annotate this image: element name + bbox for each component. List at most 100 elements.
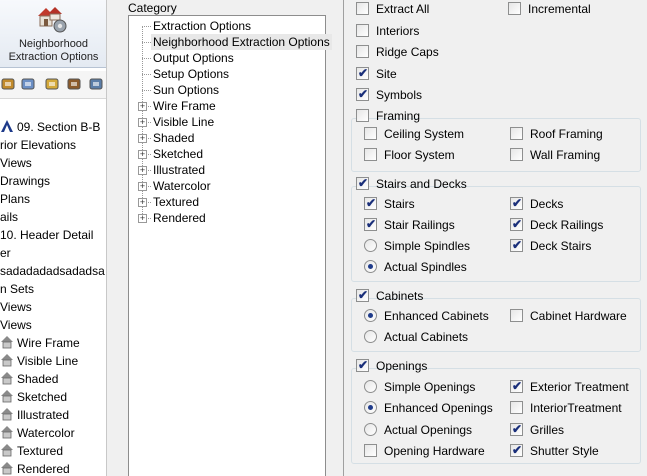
checkbox[interactable] bbox=[364, 148, 377, 161]
project-item[interactable]: Rendered bbox=[0, 460, 70, 476]
checkbox[interactable] bbox=[356, 109, 369, 122]
house-icon bbox=[1, 408, 13, 421]
category-item[interactable]: Rendered bbox=[153, 210, 206, 226]
project-item[interactable]: Wire Frame bbox=[0, 334, 80, 352]
category-item[interactable]: Neighborhood Extraction Options bbox=[151, 34, 332, 50]
checkbox[interactable] bbox=[364, 444, 377, 457]
category-item[interactable]: Shaded bbox=[153, 130, 194, 146]
project-item[interactable]: sadadadadsadadsa bbox=[0, 262, 105, 280]
checkbox[interactable]: ✔ bbox=[364, 217, 377, 231]
checkbox[interactable] bbox=[356, 2, 369, 15]
house-icon bbox=[1, 390, 13, 403]
category-item[interactable]: Output Options bbox=[153, 50, 234, 66]
tool-icon-3[interactable] bbox=[44, 76, 60, 92]
project-item[interactable]: er bbox=[0, 244, 11, 262]
project-item[interactable]: Views bbox=[0, 298, 32, 316]
project-item[interactable]: Drawings bbox=[0, 172, 50, 190]
expand-toggle-icon[interactable]: + bbox=[138, 134, 147, 143]
radio-button[interactable] bbox=[364, 423, 377, 436]
radio-button[interactable] bbox=[364, 380, 377, 393]
project-item[interactable]: Textured bbox=[0, 442, 63, 460]
checkbox[interactable]: ✔ bbox=[510, 238, 523, 252]
house-icon bbox=[1, 426, 13, 439]
project-item-label: rior Elevations bbox=[0, 138, 77, 152]
option-label: Enhanced Cabinets bbox=[384, 309, 489, 323]
project-item[interactable]: Views bbox=[0, 316, 32, 334]
category-item[interactable]: Sketched bbox=[153, 146, 203, 162]
left-panel: Neighborhood Extraction Options 09. Sect… bbox=[0, 0, 107, 476]
category-item[interactable]: Setup Options bbox=[153, 66, 229, 82]
checkmark-icon: ✔ bbox=[358, 176, 369, 190]
houses-gear-icon bbox=[38, 7, 67, 33]
category-item[interactable]: Extraction Options bbox=[153, 18, 251, 34]
project-item[interactable]: Illustrated bbox=[0, 406, 69, 424]
checkbox[interactable]: ✔ bbox=[510, 379, 523, 393]
project-item[interactable]: 09. Section B-B bbox=[0, 118, 100, 136]
checkbox[interactable]: ✔ bbox=[510, 443, 523, 457]
checkbox[interactable] bbox=[510, 401, 523, 414]
project-item[interactable]: Visible Line bbox=[0, 352, 78, 370]
project-item-label: Sketched bbox=[17, 390, 68, 404]
project-item-label: Drawings bbox=[0, 174, 51, 188]
option-label: Openings bbox=[376, 359, 428, 373]
category-item[interactable]: Sun Options bbox=[153, 82, 219, 98]
project-item[interactable]: n Sets bbox=[0, 280, 34, 298]
expand-toggle-icon[interactable]: + bbox=[138, 150, 147, 159]
expand-toggle-icon[interactable]: + bbox=[138, 102, 147, 111]
checkbox[interactable]: ✔ bbox=[356, 87, 369, 101]
checkbox[interactable] bbox=[510, 309, 523, 322]
checkbox[interactable] bbox=[510, 148, 523, 161]
checkbox[interactable]: ✔ bbox=[510, 196, 523, 210]
house-icon bbox=[1, 372, 13, 385]
radio-button[interactable] bbox=[364, 330, 377, 343]
project-item[interactable]: rior Elevations bbox=[0, 136, 76, 154]
project-item[interactable]: Plans bbox=[0, 190, 30, 208]
expand-toggle-icon[interactable]: + bbox=[138, 166, 147, 175]
project-item[interactable]: ails bbox=[0, 208, 18, 226]
category-item[interactable]: Visible Line bbox=[153, 114, 214, 130]
radio-dot-icon bbox=[368, 405, 373, 410]
tree-line bbox=[142, 74, 151, 75]
category-tree[interactable]: Extraction Options Neighborhood Extractio… bbox=[128, 15, 332, 476]
radio-button[interactable] bbox=[364, 309, 377, 322]
project-item[interactable]: Watercolor bbox=[0, 424, 75, 442]
radio-button[interactable] bbox=[364, 401, 377, 414]
checkbox[interactable]: ✔ bbox=[510, 217, 523, 231]
expand-toggle-icon[interactable]: + bbox=[138, 118, 147, 127]
checkbox[interactable]: ✔ bbox=[364, 196, 377, 210]
category-item[interactable]: Wire Frame bbox=[153, 98, 216, 114]
checkbox[interactable]: ✔ bbox=[356, 176, 369, 190]
checkbox[interactable]: ✔ bbox=[356, 288, 369, 302]
checkbox[interactable]: ✔ bbox=[356, 66, 369, 80]
checkbox[interactable]: ✔ bbox=[510, 422, 523, 436]
category-item[interactable]: Illustrated bbox=[153, 162, 205, 178]
project-item-label: Views bbox=[0, 318, 32, 332]
category-item[interactable]: Textured bbox=[153, 194, 199, 210]
tool-icon-2[interactable] bbox=[20, 76, 36, 92]
checkbox[interactable] bbox=[364, 127, 377, 140]
project-item[interactable]: Sketched bbox=[0, 388, 67, 406]
project-item[interactable]: Views bbox=[0, 154, 32, 172]
ribbon-label-line1: Neighborhood bbox=[18, 38, 89, 50]
expand-toggle-icon[interactable]: + bbox=[138, 182, 147, 191]
checkbox[interactable] bbox=[356, 45, 369, 58]
option-label: Actual Cabinets bbox=[384, 330, 469, 344]
project-item[interactable]: Shaded bbox=[0, 370, 58, 388]
category-item[interactable]: Watercolor bbox=[153, 178, 211, 194]
tool-icon-5[interactable] bbox=[88, 76, 104, 92]
checkbox[interactable] bbox=[510, 127, 523, 140]
expand-toggle-icon[interactable]: + bbox=[138, 214, 147, 223]
tool-icon-4[interactable] bbox=[66, 76, 82, 92]
checkbox[interactable] bbox=[356, 24, 369, 37]
expand-toggle-icon[interactable]: + bbox=[138, 198, 147, 207]
project-item[interactable]: 10. Header Detail bbox=[0, 226, 93, 244]
neighborhood-extraction-options-ribbon-button[interactable]: Neighborhood Extraction Options bbox=[0, 0, 106, 68]
checkbox[interactable] bbox=[508, 2, 521, 15]
option-label: Simple Spindles bbox=[384, 239, 471, 253]
radio-button[interactable] bbox=[364, 239, 377, 252]
radio-button[interactable] bbox=[364, 260, 377, 273]
category-label: Category bbox=[128, 1, 177, 15]
checkbox[interactable]: ✔ bbox=[356, 358, 369, 372]
tool-icon-1[interactable] bbox=[0, 76, 16, 92]
project-item-label: Wire Frame bbox=[17, 336, 80, 350]
